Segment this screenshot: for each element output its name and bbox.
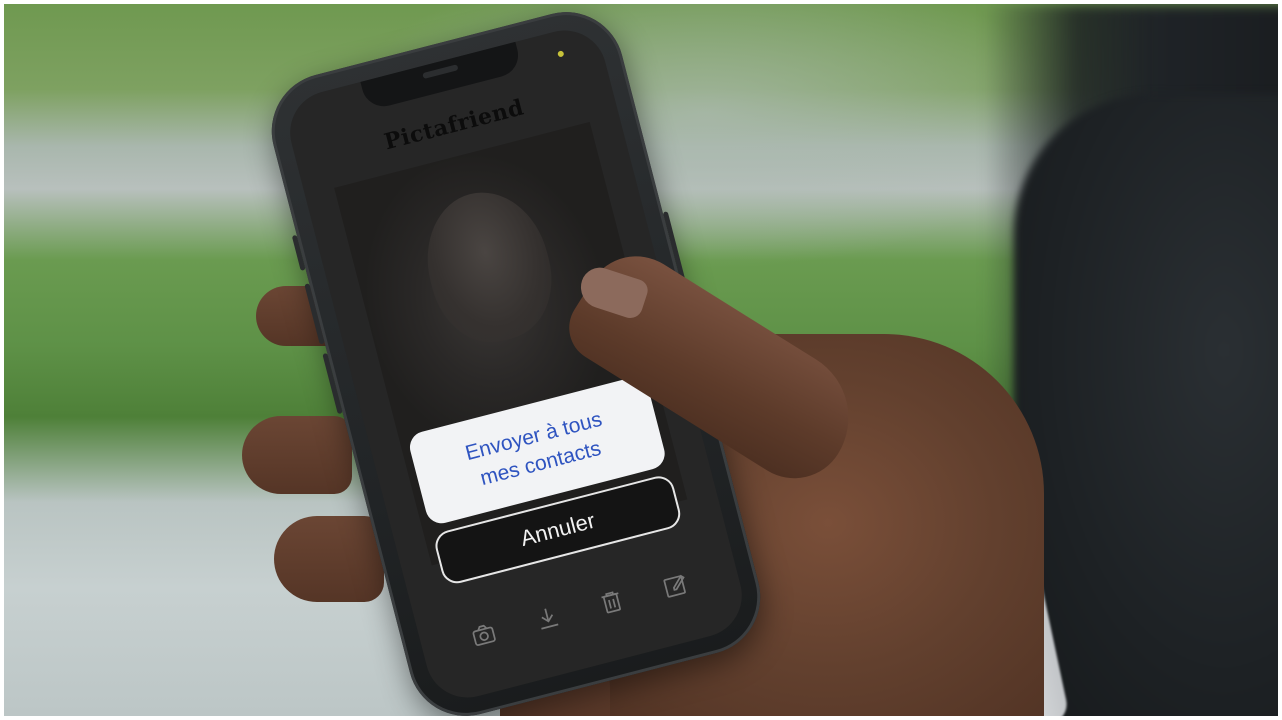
camera-icon[interactable] — [465, 616, 502, 653]
earpiece-speaker — [422, 64, 459, 80]
cancel-label: Annuler — [517, 507, 598, 551]
trash-icon[interactable] — [593, 583, 630, 620]
volume-down-button — [322, 352, 343, 415]
status-indicator-dot — [557, 50, 565, 58]
mute-switch — [291, 234, 306, 271]
blurred-background: Pictafriend Envoyer à tous mes contacts … — [4, 4, 1278, 716]
finger-ring — [274, 516, 384, 602]
person-shoulder — [1014, 94, 1278, 716]
edit-icon[interactable] — [657, 567, 694, 604]
finger-middle — [242, 416, 352, 494]
download-icon[interactable] — [529, 600, 566, 637]
video-frame: Pictafriend Envoyer à tous mes contacts … — [0, 0, 1282, 720]
photo-subject — [411, 179, 566, 355]
